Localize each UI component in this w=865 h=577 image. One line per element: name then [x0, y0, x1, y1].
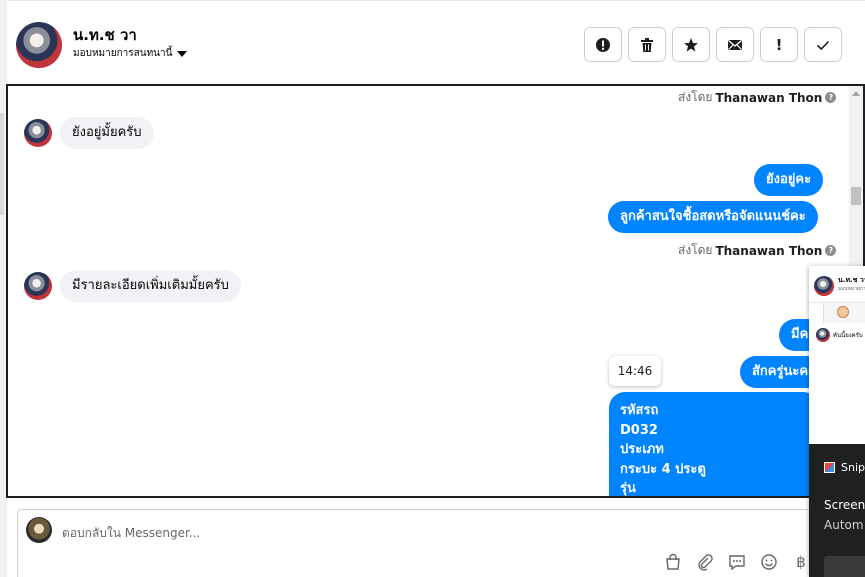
outgoing-details-message[interactable]: รหัสรถ D032 ประเภท กระบะ 4 ประตู รุ่น — [609, 392, 819, 496]
follow-up-button[interactable]: ! — [760, 27, 798, 62]
snip-title: Snip — [824, 461, 865, 474]
popup-avatar-small — [816, 328, 830, 342]
sent-by-prefix: ส่งโดย — [678, 90, 713, 104]
notification-title: Screen — [824, 498, 865, 512]
outgoing-message[interactable]: ลูกค้าสนใจชื้อสดหรือจัดแนนช์คะ — [608, 201, 818, 233]
overlay-popup[interactable]: น.ท.ช วา มอบหมายการสนทนานี้ คันนี้ยงครับ… — [809, 266, 865, 577]
exclamation-icon: ! — [775, 35, 783, 54]
contact-avatar-small[interactable] — [24, 272, 52, 300]
reply-input-placeholder[interactable]: ตอบกลับใน Messenger... — [62, 524, 200, 543]
conversation-header: น.ท.ช วา มอบหมายการสนทนานี้ ! — [7, 0, 865, 84]
header-actions: ! — [584, 27, 842, 62]
assign-conversation-dropdown[interactable]: มอบหมายการสนทนานี้ — [73, 46, 188, 61]
incoming-message-row: ยังอยู่มั้ยครับ — [24, 117, 154, 149]
paperclip-icon[interactable] — [695, 552, 715, 572]
snip-notification[interactable]: Snip Screen Autom — [809, 444, 865, 577]
incoming-message[interactable]: ยังอยู่มั้ยครับ — [60, 117, 154, 149]
help-icon[interactable]: ? — [825, 92, 837, 103]
sent-by-label: ส่งโดย Thanawan Thon ? — [678, 88, 837, 107]
checkmark-icon — [816, 40, 830, 50]
popup-avatar — [814, 276, 834, 296]
left-panel-scrollbar[interactable] — [0, 113, 4, 215]
envelope-icon — [728, 39, 742, 50]
star-icon — [684, 37, 698, 52]
mark-done-button[interactable] — [804, 27, 842, 62]
contact-avatar-small[interactable] — [24, 119, 52, 147]
details-line: ประเภท — [620, 442, 664, 457]
trash-icon — [641, 37, 653, 52]
mark-unread-button[interactable] — [716, 27, 754, 62]
contact-avatar[interactable] — [16, 22, 62, 68]
incoming-message[interactable]: มีรายละเอียดเพิ่มเติมมั้ยครับ — [60, 270, 241, 302]
sender-name: Thanawan Thon — [715, 90, 823, 105]
details-line: รุ่น — [620, 481, 636, 496]
assign-label: มอบหมายการสนทนานี้ — [73, 48, 173, 59]
scrollbar-thumb[interactable] — [851, 187, 861, 205]
alert-circle-icon — [596, 37, 610, 52]
baht-payment-icon[interactable]: ฿ — [791, 552, 811, 572]
contact-name[interactable]: น.ท.ช วา — [73, 23, 137, 47]
shopping-bag-icon[interactable] — [663, 552, 683, 572]
star-button[interactable] — [672, 27, 710, 62]
details-line: กระบะ 4 ประตู — [620, 461, 706, 477]
delete-button[interactable] — [628, 27, 666, 62]
saved-reply-icon[interactable] — [727, 552, 747, 572]
popup-message: คันนี้ยงครับ — [833, 332, 863, 339]
details-line: D032 — [620, 422, 658, 438]
popup-thumbnail-icon — [837, 306, 849, 318]
inbox-page: น.ท.ช วา มอบหมายการสนทนานี้ ! ส่งโดย Tha… — [0, 0, 865, 577]
page-avatar — [26, 517, 52, 543]
incoming-message-row: มีรายละเอียดเพิ่มเติมมั้ยครับ — [24, 270, 241, 302]
emoji-icon[interactable] — [759, 552, 779, 572]
notification-body: Autom — [824, 518, 864, 532]
reply-toolbar: ฿ — [663, 552, 811, 572]
snip-app-name: Snip — [841, 461, 865, 474]
scroll-up-arrow-icon[interactable] — [852, 91, 860, 96]
sent-by-label: ส่งโดย Thanawan Thon ? — [678, 241, 837, 260]
help-icon[interactable]: ? — [825, 245, 837, 256]
sender-name: Thanawan Thon — [715, 243, 823, 258]
details-line: รหัสรถ — [620, 403, 659, 418]
outgoing-message[interactable]: ยังอยู่คะ — [754, 164, 824, 196]
caret-down-icon — [177, 50, 188, 57]
notification-button[interactable] — [824, 556, 865, 577]
snip-app-icon — [824, 462, 835, 473]
timestamp-tooltip: 14:46 — [609, 356, 661, 386]
popup-assign-label: มอบหมายการสนทนานี้ — [838, 286, 865, 292]
mark-spam-button[interactable] — [584, 27, 622, 62]
message-thread[interactable]: ส่งโดย Thanawan Thon ? ยังอยู่มั้ยครับ ย… — [6, 84, 865, 498]
sent-by-prefix: ส่งโดย — [678, 243, 713, 257]
